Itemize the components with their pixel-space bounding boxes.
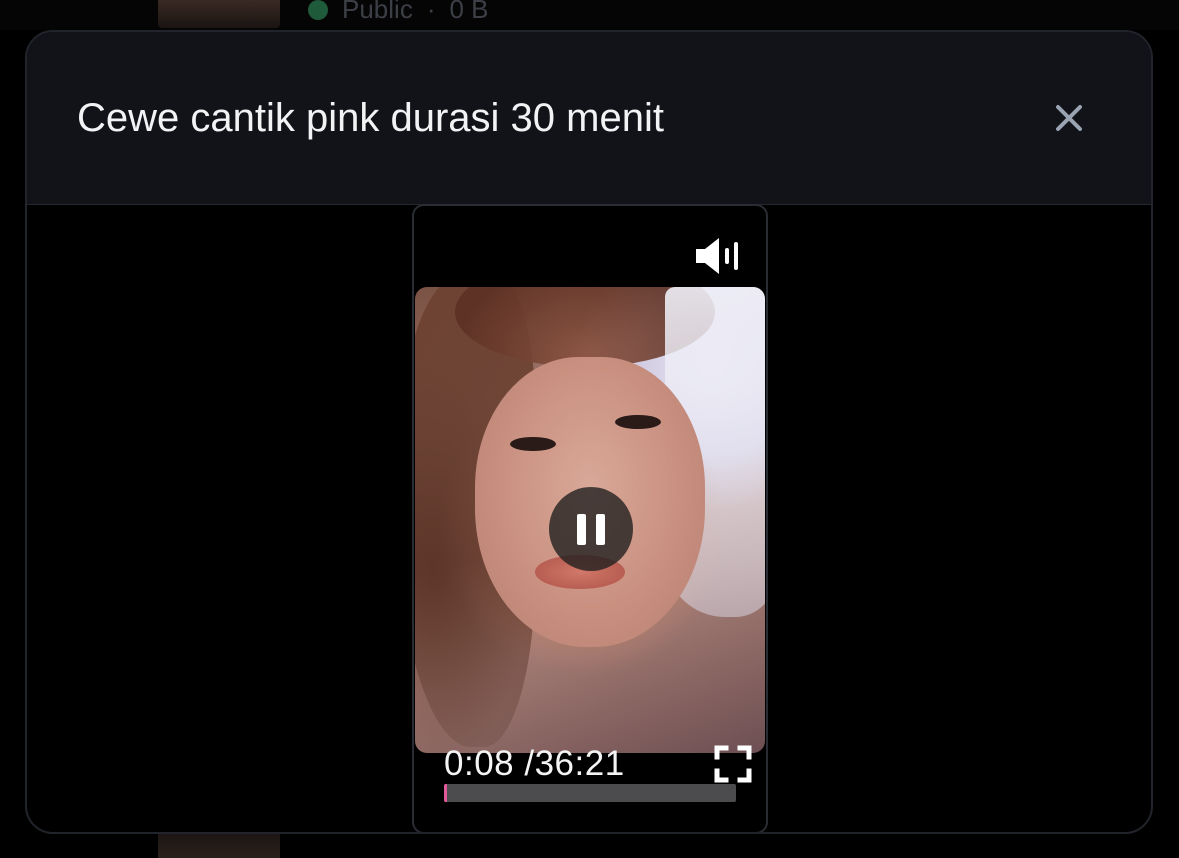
close-icon — [1056, 105, 1082, 131]
seek-bar-progress — [444, 784, 447, 802]
close-button[interactable] — [1049, 98, 1089, 138]
volume-button[interactable] — [694, 236, 742, 276]
background-thumbnail — [158, 0, 280, 28]
background-meta: Public · 0 B — [308, 0, 489, 25]
fullscreen-button[interactable] — [714, 745, 752, 783]
volume-icon — [696, 238, 738, 274]
modal-header: Cewe cantik pink durasi 30 menit — [27, 32, 1151, 205]
video-frame[interactable] — [415, 287, 765, 753]
time-display: 0:08 /36:21 — [444, 744, 625, 784]
globe-icon — [308, 0, 328, 20]
size-label: 0 B — [449, 0, 489, 24]
meta-separator: · — [426, 0, 436, 24]
background-thumbnail-bottom — [158, 832, 280, 858]
video-modal: Cewe cantik pink durasi 30 menit 0:08 /3… — [25, 30, 1153, 834]
time-separator: / — [524, 744, 535, 783]
visibility-label: Public — [342, 0, 413, 24]
current-time: 0:08 — [444, 744, 515, 783]
seek-bar[interactable] — [444, 784, 736, 802]
modal-title: Cewe cantik pink durasi 30 menit — [77, 96, 664, 140]
pause-button[interactable] — [549, 487, 633, 571]
video-player[interactable]: 0:08 /36:21 — [412, 204, 768, 832]
fullscreen-icon — [714, 745, 752, 783]
duration: 36:21 — [534, 744, 625, 783]
pause-icon — [577, 514, 586, 545]
